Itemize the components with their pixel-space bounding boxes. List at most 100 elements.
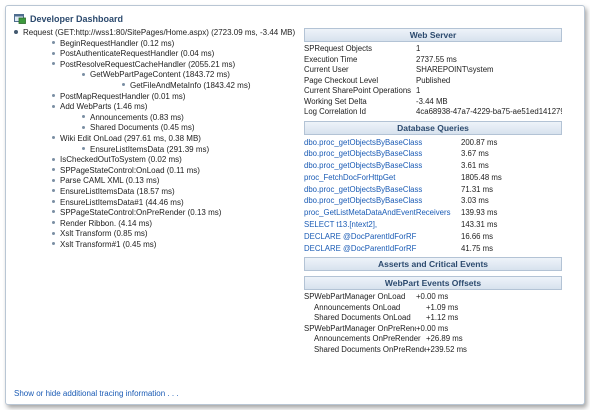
tree-node: PostMapRequestHandler (0.01 ms) bbox=[14, 92, 304, 103]
tree-node: EnsureListItemsData (18.57 ms) bbox=[14, 187, 304, 198]
query-time: 143.31 ms bbox=[461, 220, 498, 230]
query-time: 16.66 ms bbox=[461, 231, 494, 241]
query-time: 3.67 ms bbox=[461, 149, 489, 159]
tree-node: Add WebParts (1.46 ms) bbox=[14, 102, 304, 113]
tree-node-label: Xslt Transform (0.85 ms) bbox=[60, 229, 148, 239]
query-row: DECLARE @DocParentIdForRF 41.75 ms bbox=[304, 243, 562, 255]
tree-node: PostResolveRequestCacheHandler (2055.21 … bbox=[14, 60, 304, 71]
property-name: Current SharePoint Operations bbox=[304, 86, 412, 95]
bullet-icon bbox=[122, 83, 125, 87]
database-queries-table: dbo.proc_getObjectsByBaseClass 200.87 ms d… bbox=[304, 137, 562, 255]
tree-node-label: GetWebPartPageContent (1843.72 ms) bbox=[90, 70, 230, 80]
bullet-icon bbox=[52, 136, 55, 140]
bullet-icon bbox=[52, 199, 55, 203]
tree-node: BeginRequestHandler (0.12 ms) bbox=[14, 39, 304, 50]
query-link[interactable]: proc_FetchDocForHttpGet bbox=[304, 172, 461, 184]
web-server-header: Web Server bbox=[304, 28, 562, 42]
tree-root-node: Request (GET:http://wss1:80/SitePages/Ho… bbox=[14, 28, 304, 39]
web-server-row: Current User SHAREPOINT\system bbox=[304, 65, 562, 76]
tree-node: Wiki Edit OnLoad (297.61 ms, 0.38 MB) bbox=[14, 134, 304, 145]
tree-node: GetFileAndMetaInfo (1843.42 ms) bbox=[14, 81, 304, 92]
query-link[interactable]: dbo.proc_getObjectsByBaseClass bbox=[304, 195, 461, 207]
tree-node-label: EnsureListItemsData (291.39 ms) bbox=[90, 144, 210, 154]
tree-node-label: IsCheckedOutToSystem (0.02 ms) bbox=[60, 155, 182, 165]
tree-node: SPPageStateControl:OnPreRender (0.13 ms) bbox=[14, 208, 304, 219]
web-server-row: Log Correlation Id 4ca68938-47a7-4229-ba7… bbox=[304, 107, 562, 118]
tree-node: Announcements (0.83 ms) bbox=[14, 113, 304, 124]
property-name: Working Set Delta bbox=[304, 96, 367, 106]
query-time: 139.93 ms bbox=[461, 208, 498, 218]
query-row: proc_GetListMetaDataAndEventReceivers 139… bbox=[304, 207, 562, 219]
bullet-icon bbox=[82, 72, 85, 76]
page-title: Developer Dashboard bbox=[30, 14, 124, 24]
tree-node-label: Xslt Transform#1 (0.45 ms) bbox=[60, 239, 157, 249]
tree-node-label: SPPageStateControl:OnLoad (0.11 ms) bbox=[60, 165, 200, 175]
bullet-icon bbox=[52, 104, 55, 108]
tree-node: SPPageStateControl:OnLoad (0.11 ms) bbox=[14, 166, 304, 177]
query-row: dbo.proc_getObjectsByBaseClass 3.61 ms bbox=[304, 160, 562, 172]
query-row: dbo.proc_getObjectsByBaseClass 3.03 ms bbox=[304, 195, 562, 207]
tree-node-label: Shared Documents (0.45 ms) bbox=[90, 123, 195, 133]
bullet-icon bbox=[52, 189, 55, 193]
query-link[interactable]: dbo.proc_getObjectsByBaseClass bbox=[304, 160, 461, 172]
query-link[interactable]: dbo.proc_getObjectsByBaseClass bbox=[304, 184, 461, 196]
webpart-event-row: SPWebPartManager OnPreRender +0.00 ms bbox=[304, 324, 562, 335]
tree-node-label: Parse CAML XML (0.13 ms) bbox=[60, 176, 160, 186]
tree-node-label: Render Ribbon. (4.14 ms) bbox=[60, 218, 153, 228]
event-name: Announcements OnPreRender bbox=[314, 334, 421, 344]
tree-node-label: EnsureListItemsData (18.57 ms) bbox=[60, 186, 175, 196]
query-time: 200.87 ms bbox=[461, 137, 498, 147]
property-name: Page Checkout Level bbox=[304, 75, 379, 85]
details-panel: Web Server SPRequest Objects 1 Execution T… bbox=[304, 28, 562, 355]
event-name: Announcements OnLoad bbox=[314, 302, 401, 312]
tree-node: EnsureListItemsData#1 (44.46 ms) bbox=[14, 198, 304, 209]
tree-node-label: GetFileAndMetaInfo (1843.42 ms) bbox=[130, 80, 251, 90]
bullet-icon bbox=[52, 231, 55, 235]
tree-node: IsCheckedOutToSystem (0.02 ms) bbox=[14, 155, 304, 166]
property-value: -3.44 MB bbox=[416, 96, 448, 106]
query-link[interactable]: DECLARE @DocParentIdForRF bbox=[304, 231, 461, 243]
tree-node: Render Ribbon. (4.14 ms) bbox=[14, 219, 304, 230]
property-value: Published bbox=[416, 75, 451, 85]
event-name: Shared Documents OnLoad bbox=[314, 313, 411, 323]
query-link[interactable]: dbo.proc_getObjectsByBaseClass bbox=[304, 137, 461, 149]
query-row: DECLARE @DocParentIdForRF 16.66 ms bbox=[304, 231, 562, 243]
property-name: Execution Time bbox=[304, 54, 358, 64]
tree-node: Xslt Transform (0.85 ms) bbox=[14, 229, 304, 240]
tree-node-label: PostAuthenticateRequestHandler (0.04 ms) bbox=[60, 49, 215, 59]
webpart-events-table: SPWebPartManager OnLoad +0.00 ms Announcem… bbox=[304, 292, 562, 355]
webpart-event-row: Announcements OnLoad +1.09 ms bbox=[304, 303, 562, 314]
bullet-icon bbox=[52, 242, 55, 246]
property-value: 4ca68938-47a7-4229-ba75-ae51ed141279 bbox=[416, 107, 562, 116]
tree-node-label: Request (GET:http://wss1:80/SitePages/Ho… bbox=[23, 28, 296, 37]
event-offset: +1.09 ms bbox=[426, 302, 459, 312]
web-server-row: Working Set Delta -3.44 MB bbox=[304, 97, 562, 108]
query-link[interactable]: dbo.proc_getObjectsByBaseClass bbox=[304, 148, 461, 160]
asserts-header: Asserts and Critical Events bbox=[304, 257, 562, 272]
bullet-icon bbox=[52, 40, 55, 44]
tree-node: Parse CAML XML (0.13 ms) bbox=[14, 176, 304, 187]
tree-node: PostAuthenticateRequestHandler (0.04 ms) bbox=[14, 49, 304, 60]
bullet-icon bbox=[52, 210, 55, 214]
webpart-event-row: Shared Documents OnLoad +1.12 ms bbox=[304, 313, 562, 324]
query-link[interactable]: SELECT t13.[ntext2], bbox=[304, 219, 461, 231]
bullet-icon bbox=[82, 115, 85, 119]
bullet-icon bbox=[52, 62, 55, 66]
bullet-icon bbox=[52, 168, 55, 172]
tree-node-label: EnsureListItemsData#1 (44.46 ms) bbox=[60, 197, 184, 207]
query-time: 71.31 ms bbox=[461, 184, 494, 194]
tree-node-label: Add WebParts (1.46 ms) bbox=[60, 102, 148, 112]
tree-node-label: BeginRequestHandler (0.12 ms) bbox=[60, 38, 175, 48]
query-time: 1805.48 ms bbox=[461, 172, 502, 182]
tracing-toggle-link[interactable]: Show or hide additional tracing informat… bbox=[14, 389, 179, 398]
query-link[interactable]: DECLARE @DocParentIdForRF bbox=[304, 243, 461, 255]
tree-node: GetWebPartPageContent (1843.72 ms) bbox=[14, 70, 304, 81]
bullet-icon bbox=[52, 93, 55, 97]
query-row: dbo.proc_getObjectsByBaseClass 71.31 ms bbox=[304, 184, 562, 196]
property-value: SHAREPOINT\system bbox=[416, 65, 494, 74]
query-link[interactable]: proc_GetListMetaDataAndEventReceivers bbox=[304, 207, 461, 219]
web-server-row: Current SharePoint Operations 1 bbox=[304, 86, 562, 97]
query-row: dbo.proc_getObjectsByBaseClass 200.87 ms bbox=[304, 137, 562, 149]
event-name: Shared Documents OnPreRender bbox=[314, 344, 426, 354]
bullet-icon bbox=[52, 178, 55, 182]
